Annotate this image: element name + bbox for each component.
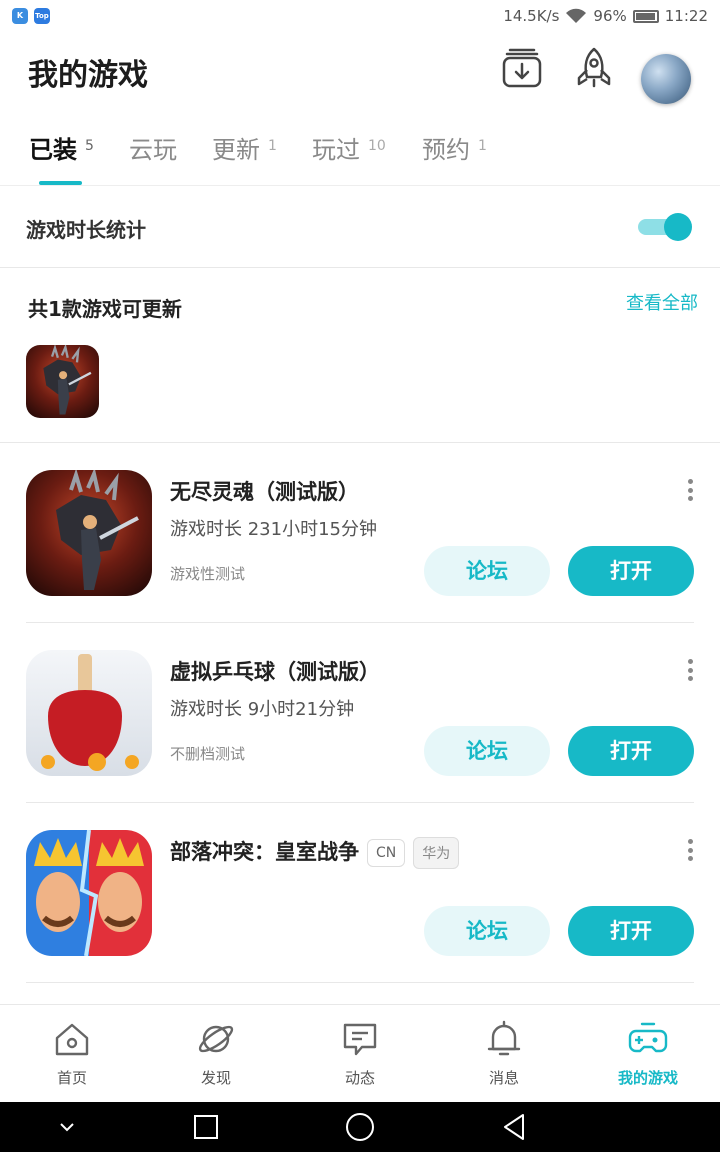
- updates-section: 共1款游戏可更新 查看全部: [0, 269, 720, 443]
- nav-messages[interactable]: 消息: [454, 1019, 554, 1088]
- open-button[interactable]: 打开: [568, 546, 694, 596]
- open-button[interactable]: 打开: [568, 906, 694, 956]
- forum-button[interactable]: 论坛: [424, 906, 550, 956]
- clock: 11:22: [664, 7, 708, 25]
- game-icon-endless-souls[interactable]: [26, 470, 152, 596]
- nav-label: 动态: [344, 1069, 375, 1087]
- planet-icon: [198, 1025, 234, 1053]
- playtime-stats-toggle[interactable]: [638, 213, 692, 241]
- channel-badge: 华为: [413, 837, 460, 869]
- status-bar: K Top 14.5K/s 96% 11:22: [0, 0, 720, 32]
- nav-discover[interactable]: 发现: [166, 1019, 266, 1088]
- nav-home[interactable]: 首页: [22, 1019, 122, 1088]
- playtime-stats-label: 游戏时长统计: [26, 218, 146, 242]
- tab-updates[interactable]: 更新 1: [212, 130, 277, 165]
- home-icon: [55, 1023, 89, 1056]
- divider: [26, 982, 694, 983]
- game-icon-clash-royale[interactable]: [26, 830, 152, 956]
- game-test-tag: 不删档测试: [170, 745, 246, 763]
- game-name: 无尽灵魂（测试版）: [170, 480, 359, 504]
- bottom-nav: 首页 发现 动态 消息 我的游戏: [0, 1004, 720, 1102]
- nav-label: 首页: [56, 1069, 87, 1087]
- view-all-link[interactable]: 查看全部: [626, 289, 698, 315]
- game-card[interactable]: 虚拟乒乓球（测试版） 游戏时长 9小时21分钟 不删档测试 论坛 打开: [26, 623, 694, 803]
- game-playtime: 游戏时长 9小时21分钟: [170, 699, 355, 720]
- tab-label: 云玩: [129, 136, 177, 164]
- recents-icon[interactable]: [191, 1112, 221, 1142]
- game-playtime: 游戏时长 231小时15分钟: [170, 519, 377, 540]
- kuan-app-icon: K: [12, 8, 28, 24]
- game-card[interactable]: 无尽灵魂（测试版） 游戏时长 231小时15分钟 游戏性测试 论坛 打开: [26, 443, 694, 623]
- tab-count: 1: [478, 138, 487, 154]
- chat-icon: [343, 1023, 377, 1056]
- game-test-tag: 游戏性测试: [170, 565, 246, 583]
- tab-played[interactable]: 玩过 10: [312, 130, 386, 165]
- forum-button[interactable]: 论坛: [424, 726, 550, 776]
- more-options-icon[interactable]: [686, 839, 694, 861]
- toggle-knob: [664, 213, 692, 241]
- game-icon-virtual-table-tennis[interactable]: [26, 650, 152, 776]
- rocket-icon[interactable]: [570, 44, 618, 92]
- tab-label: 预约: [422, 136, 470, 164]
- playtime-stats-row: 游戏时长统计: [0, 186, 720, 268]
- region-badge: CN: [367, 839, 406, 867]
- tab-count: 10: [368, 138, 386, 154]
- tab-cloud-play[interactable]: 云玩: [129, 130, 177, 165]
- nav-feed[interactable]: 动态: [310, 1019, 410, 1088]
- more-options-icon[interactable]: [686, 479, 694, 501]
- update-game-thumbnail[interactable]: [26, 345, 99, 418]
- system-nav-bar: [0, 1102, 720, 1152]
- tab-reserved[interactable]: 预约 1: [422, 130, 487, 165]
- open-button[interactable]: 打开: [568, 726, 694, 776]
- tab-label: 更新: [212, 136, 260, 164]
- net-speed: 14.5K/s: [503, 7, 560, 25]
- nav-label: 发现: [200, 1069, 231, 1087]
- tab-bar: 已装 5 云玩 更新 1 玩过 10 预约 1: [0, 118, 720, 186]
- avatar[interactable]: [641, 54, 691, 104]
- updates-title: 共1款游戏可更新: [28, 297, 182, 321]
- tab-installed[interactable]: 已装 5: [29, 130, 94, 165]
- chevron-down-icon[interactable]: [52, 1112, 82, 1142]
- tab-label: 玩过: [312, 136, 360, 164]
- tab-label: 已装: [29, 136, 77, 164]
- bell-icon: [487, 1020, 521, 1056]
- tab-count: 1: [268, 138, 277, 154]
- forum-button[interactable]: 论坛: [424, 546, 550, 596]
- game-card[interactable]: 部落冲突：皇室战争 CN 华为 论坛 打开: [26, 803, 694, 983]
- more-options-icon[interactable]: [686, 659, 694, 681]
- page-title: 我的游戏: [28, 58, 148, 93]
- header: 我的游戏: [0, 32, 720, 110]
- top-app-icon: Top: [34, 8, 50, 24]
- back-icon[interactable]: [499, 1112, 529, 1142]
- tab-count: 5: [85, 138, 94, 154]
- nav-label: 我的游戏: [617, 1069, 678, 1087]
- app-root: K Top 14.5K/s 96% 11:22 我的游戏 已装 5 云玩 更新 …: [0, 0, 720, 1152]
- battery-percent: 96%: [593, 7, 627, 25]
- game-name: 虚拟乒乓球（测试版）: [170, 660, 380, 684]
- battery-icon: [632, 9, 659, 23]
- gamepad-icon: [628, 1022, 668, 1053]
- download-manager-icon[interactable]: [498, 44, 546, 92]
- game-name-text: 部落冲突：皇室战争: [170, 840, 359, 864]
- home-circle-icon[interactable]: [345, 1112, 375, 1142]
- nav-my-games[interactable]: 我的游戏: [598, 1019, 698, 1088]
- game-name: 部落冲突：皇室战争 CN 华为: [170, 836, 460, 869]
- nav-label: 消息: [488, 1069, 519, 1087]
- wifi-icon: [566, 8, 587, 23]
